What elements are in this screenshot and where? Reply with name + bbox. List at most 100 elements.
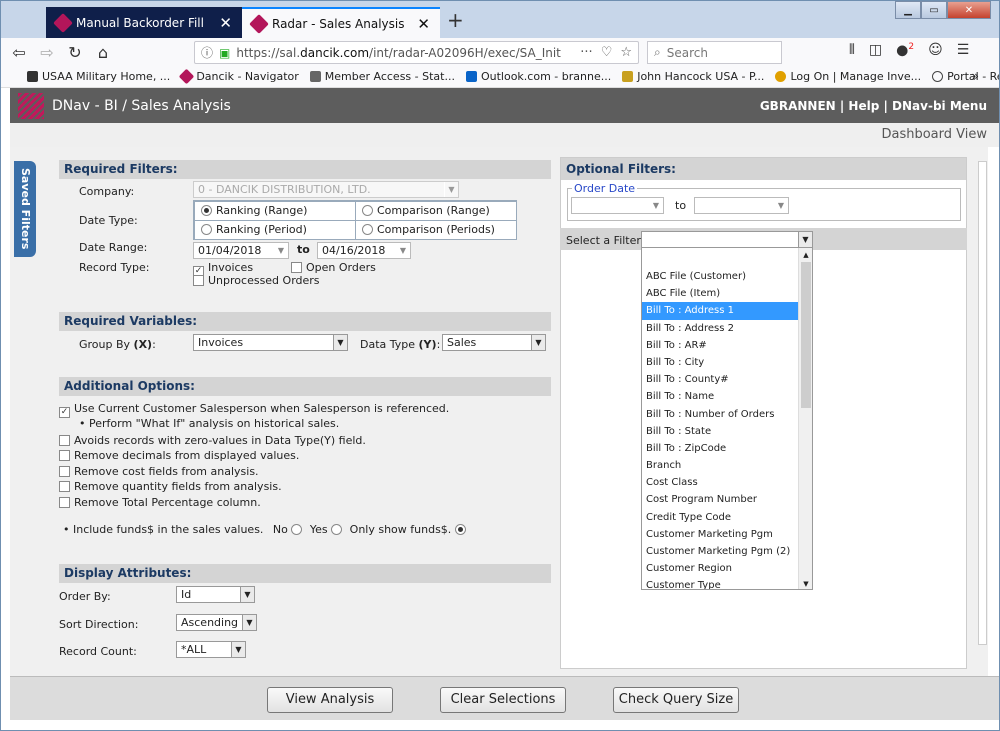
minimize-button[interactable]: ▁ xyxy=(895,1,921,19)
checkbox-icon[interactable] xyxy=(59,481,70,492)
order-date-to-select[interactable]: ▼ xyxy=(694,197,789,214)
new-tab-button[interactable]: + xyxy=(447,8,464,32)
view-analysis-button[interactable]: View Analysis xyxy=(267,687,393,713)
funds-only-radio[interactable] xyxy=(454,524,466,535)
checkbox-icon[interactable] xyxy=(59,435,70,446)
bookmark-member-access[interactable]: Member Access - Stat... xyxy=(309,70,455,83)
radio-comparison-periods[interactable]: Comparison (Periods) xyxy=(355,220,517,240)
info-icon[interactable]: ⓘ xyxy=(201,44,213,61)
order-by-select[interactable]: Id ▼ xyxy=(176,586,255,603)
funds-no-radio[interactable] xyxy=(291,524,303,535)
pocket-icon[interactable]: ♡ xyxy=(601,45,613,60)
tab-manual-backorder[interactable]: Manual Backorder Fill ✕ xyxy=(46,7,242,38)
notification-icon[interactable]: ●2 xyxy=(896,42,914,59)
select-filter-select[interactable]: ▼ xyxy=(641,231,813,248)
radio-comparison-range[interactable]: Comparison (Range) xyxy=(355,201,517,221)
sidebar-icon[interactable]: ◫ xyxy=(869,42,882,59)
home-icon[interactable]: ⌂ xyxy=(89,43,117,62)
date-from-select[interactable]: 01/04/2018 ▼ xyxy=(193,242,289,259)
display-attributes-header: Display Attributes: xyxy=(59,564,551,583)
scroll-down-icon[interactable]: ▼ xyxy=(799,577,812,589)
radio-ranking-range[interactable]: Ranking (Range) xyxy=(194,201,356,221)
page-scrollbar-thumb[interactable] xyxy=(978,161,987,645)
checkbox-checked-icon[interactable]: ✓ xyxy=(59,407,70,418)
filter-option[interactable]: Bill To : City xyxy=(642,354,798,371)
option-remove-cost[interactable]: Remove cost fields from analysis. xyxy=(59,465,259,478)
bookmark-log-on[interactable]: Log On | Manage Inve... xyxy=(775,70,921,83)
filter-option[interactable]: Bill To : AR# xyxy=(642,337,798,354)
option-remove-quantity[interactable]: Remove quantity fields from analysis. xyxy=(59,480,282,493)
sort-direction-select[interactable]: Ascending ▼ xyxy=(176,614,257,631)
dashboard-view-link[interactable]: Dashboard View xyxy=(10,123,999,147)
filter-option[interactable]: Cost Class xyxy=(642,474,798,491)
checkbox-icon[interactable] xyxy=(291,262,302,273)
filter-option[interactable]: Bill To : State xyxy=(642,423,798,440)
company-select[interactable]: 0 - DANCIK DISTRIBUTION, LTD. ▼ xyxy=(193,181,459,198)
filter-option[interactable]: ABC File (Item) xyxy=(642,285,798,302)
search-input[interactable]: ⌕ Search xyxy=(647,41,782,64)
order-date-from-select[interactable]: ▼ xyxy=(571,197,664,214)
page-actions-icon[interactable]: ··· xyxy=(580,45,592,60)
filter-option[interactable]: Customer Type xyxy=(642,577,798,589)
option-remove-decimals[interactable]: Remove decimals from displayed values. xyxy=(59,449,299,462)
bookmark-dancik[interactable]: Dancik - Navigator xyxy=(179,68,299,85)
data-type-select[interactable]: Sales ▼ xyxy=(442,334,546,351)
record-type-open-orders[interactable]: Open Orders xyxy=(291,261,376,274)
filter-option[interactable]: Bill To : Address 2 xyxy=(642,320,798,337)
menu-icon[interactable]: ☰ xyxy=(957,42,970,59)
filter-option[interactable]: Bill To : Number of Orders xyxy=(642,406,798,423)
filter-option[interactable]: Bill To : ZipCode xyxy=(642,440,798,457)
scrollbar-thumb[interactable] xyxy=(801,262,811,408)
checkbox-icon[interactable] xyxy=(59,466,70,477)
filter-option[interactable]: Customer Region xyxy=(642,560,798,577)
filter-option[interactable]: Bill To : Address 1 xyxy=(642,302,798,320)
reload-icon[interactable]: ↻ xyxy=(61,43,89,62)
filter-option[interactable]: Branch xyxy=(642,457,798,474)
checkbox-icon[interactable] xyxy=(59,497,70,508)
filter-dropdown-list[interactable]: ABC File (Customer) ABC File (Item) Bill T… xyxy=(641,247,813,590)
saved-filters-tab[interactable]: Saved Filters xyxy=(14,161,36,257)
date-to-select[interactable]: 04/16/2018 ▼ xyxy=(317,242,411,259)
bookmark-usaa[interactable]: USAA Military Home, ... xyxy=(27,70,170,83)
option-avoid-zero-values[interactable]: Avoids records with zero-values in Data … xyxy=(59,434,366,447)
bookmark-star-icon[interactable]: ☆ xyxy=(620,45,632,60)
checkbox-icon[interactable] xyxy=(59,450,70,461)
close-icon[interactable]: ✕ xyxy=(219,14,232,32)
record-type-unprocessed[interactable]: Unprocessed Orders xyxy=(193,274,320,287)
record-count-select[interactable]: *ALL ▼ xyxy=(176,641,246,658)
dropdown-scrollbar[interactable]: ▲ ▼ xyxy=(798,248,812,589)
window-close-button[interactable]: ✕ xyxy=(947,1,991,19)
library-icon[interactable]: ⫴ xyxy=(849,42,855,59)
bookmark-outlook[interactable]: Outlook.com - branne... xyxy=(465,70,611,83)
funds-yes-radio[interactable] xyxy=(331,524,343,535)
scroll-up-icon[interactable]: ▲ xyxy=(799,248,812,262)
filter-option[interactable]: Cost Program Number xyxy=(642,491,798,508)
group-by-select[interactable]: Invoices ▼ xyxy=(193,334,348,351)
account-icon[interactable]: ☺ xyxy=(928,42,943,59)
order-date-to-label: to xyxy=(675,199,687,212)
filter-option[interactable]: Bill To : Name xyxy=(642,388,798,405)
filter-option[interactable]: ABC File (Customer) xyxy=(642,268,798,285)
page-scrollbar[interactable] xyxy=(977,147,988,676)
clear-selections-button[interactable]: Clear Selections xyxy=(440,687,566,713)
close-icon[interactable]: ✕ xyxy=(417,15,430,33)
bookmarks-overflow-button[interactable]: » xyxy=(972,69,979,83)
filter-option[interactable]: Customer Marketing Pgm xyxy=(642,526,798,543)
option-current-salesperson[interactable]: ✓ Use Current Customer Salesperson when S… xyxy=(59,402,449,418)
filter-option[interactable]: Bill To : County# xyxy=(642,371,798,388)
maximize-button[interactable]: ▭ xyxy=(921,1,947,19)
bookmark-john-hancock[interactable]: John Hancock USA - P... xyxy=(622,70,764,83)
bookmark-portal[interactable]: Portal - Retirement xyxy=(932,70,999,83)
forward-icon[interactable]: ⇨ xyxy=(33,43,61,62)
back-icon[interactable]: ⇦ xyxy=(5,43,33,62)
filter-option[interactable]: Credit Type Code xyxy=(642,509,798,526)
radio-ranking-period[interactable]: Ranking (Period) xyxy=(194,220,356,240)
tab-radar-sales[interactable]: Radar - Sales Analysis ✕ xyxy=(242,7,440,38)
filter-options-list: ABC File (Customer) ABC File (Item) Bill T… xyxy=(642,268,798,589)
option-remove-total-percentage[interactable]: Remove Total Percentage column. xyxy=(59,496,261,509)
check-query-size-button[interactable]: Check Query Size xyxy=(613,687,739,713)
user-links[interactable]: GBRANNEN | Help | DNav-bi Menu xyxy=(760,99,987,113)
checkbox-icon[interactable] xyxy=(193,275,204,286)
url-bar[interactable]: ⓘ ▣ https://sal.dancik.com/int/radar-A02… xyxy=(194,41,639,64)
filter-option[interactable]: Customer Marketing Pgm (2) xyxy=(642,543,798,560)
